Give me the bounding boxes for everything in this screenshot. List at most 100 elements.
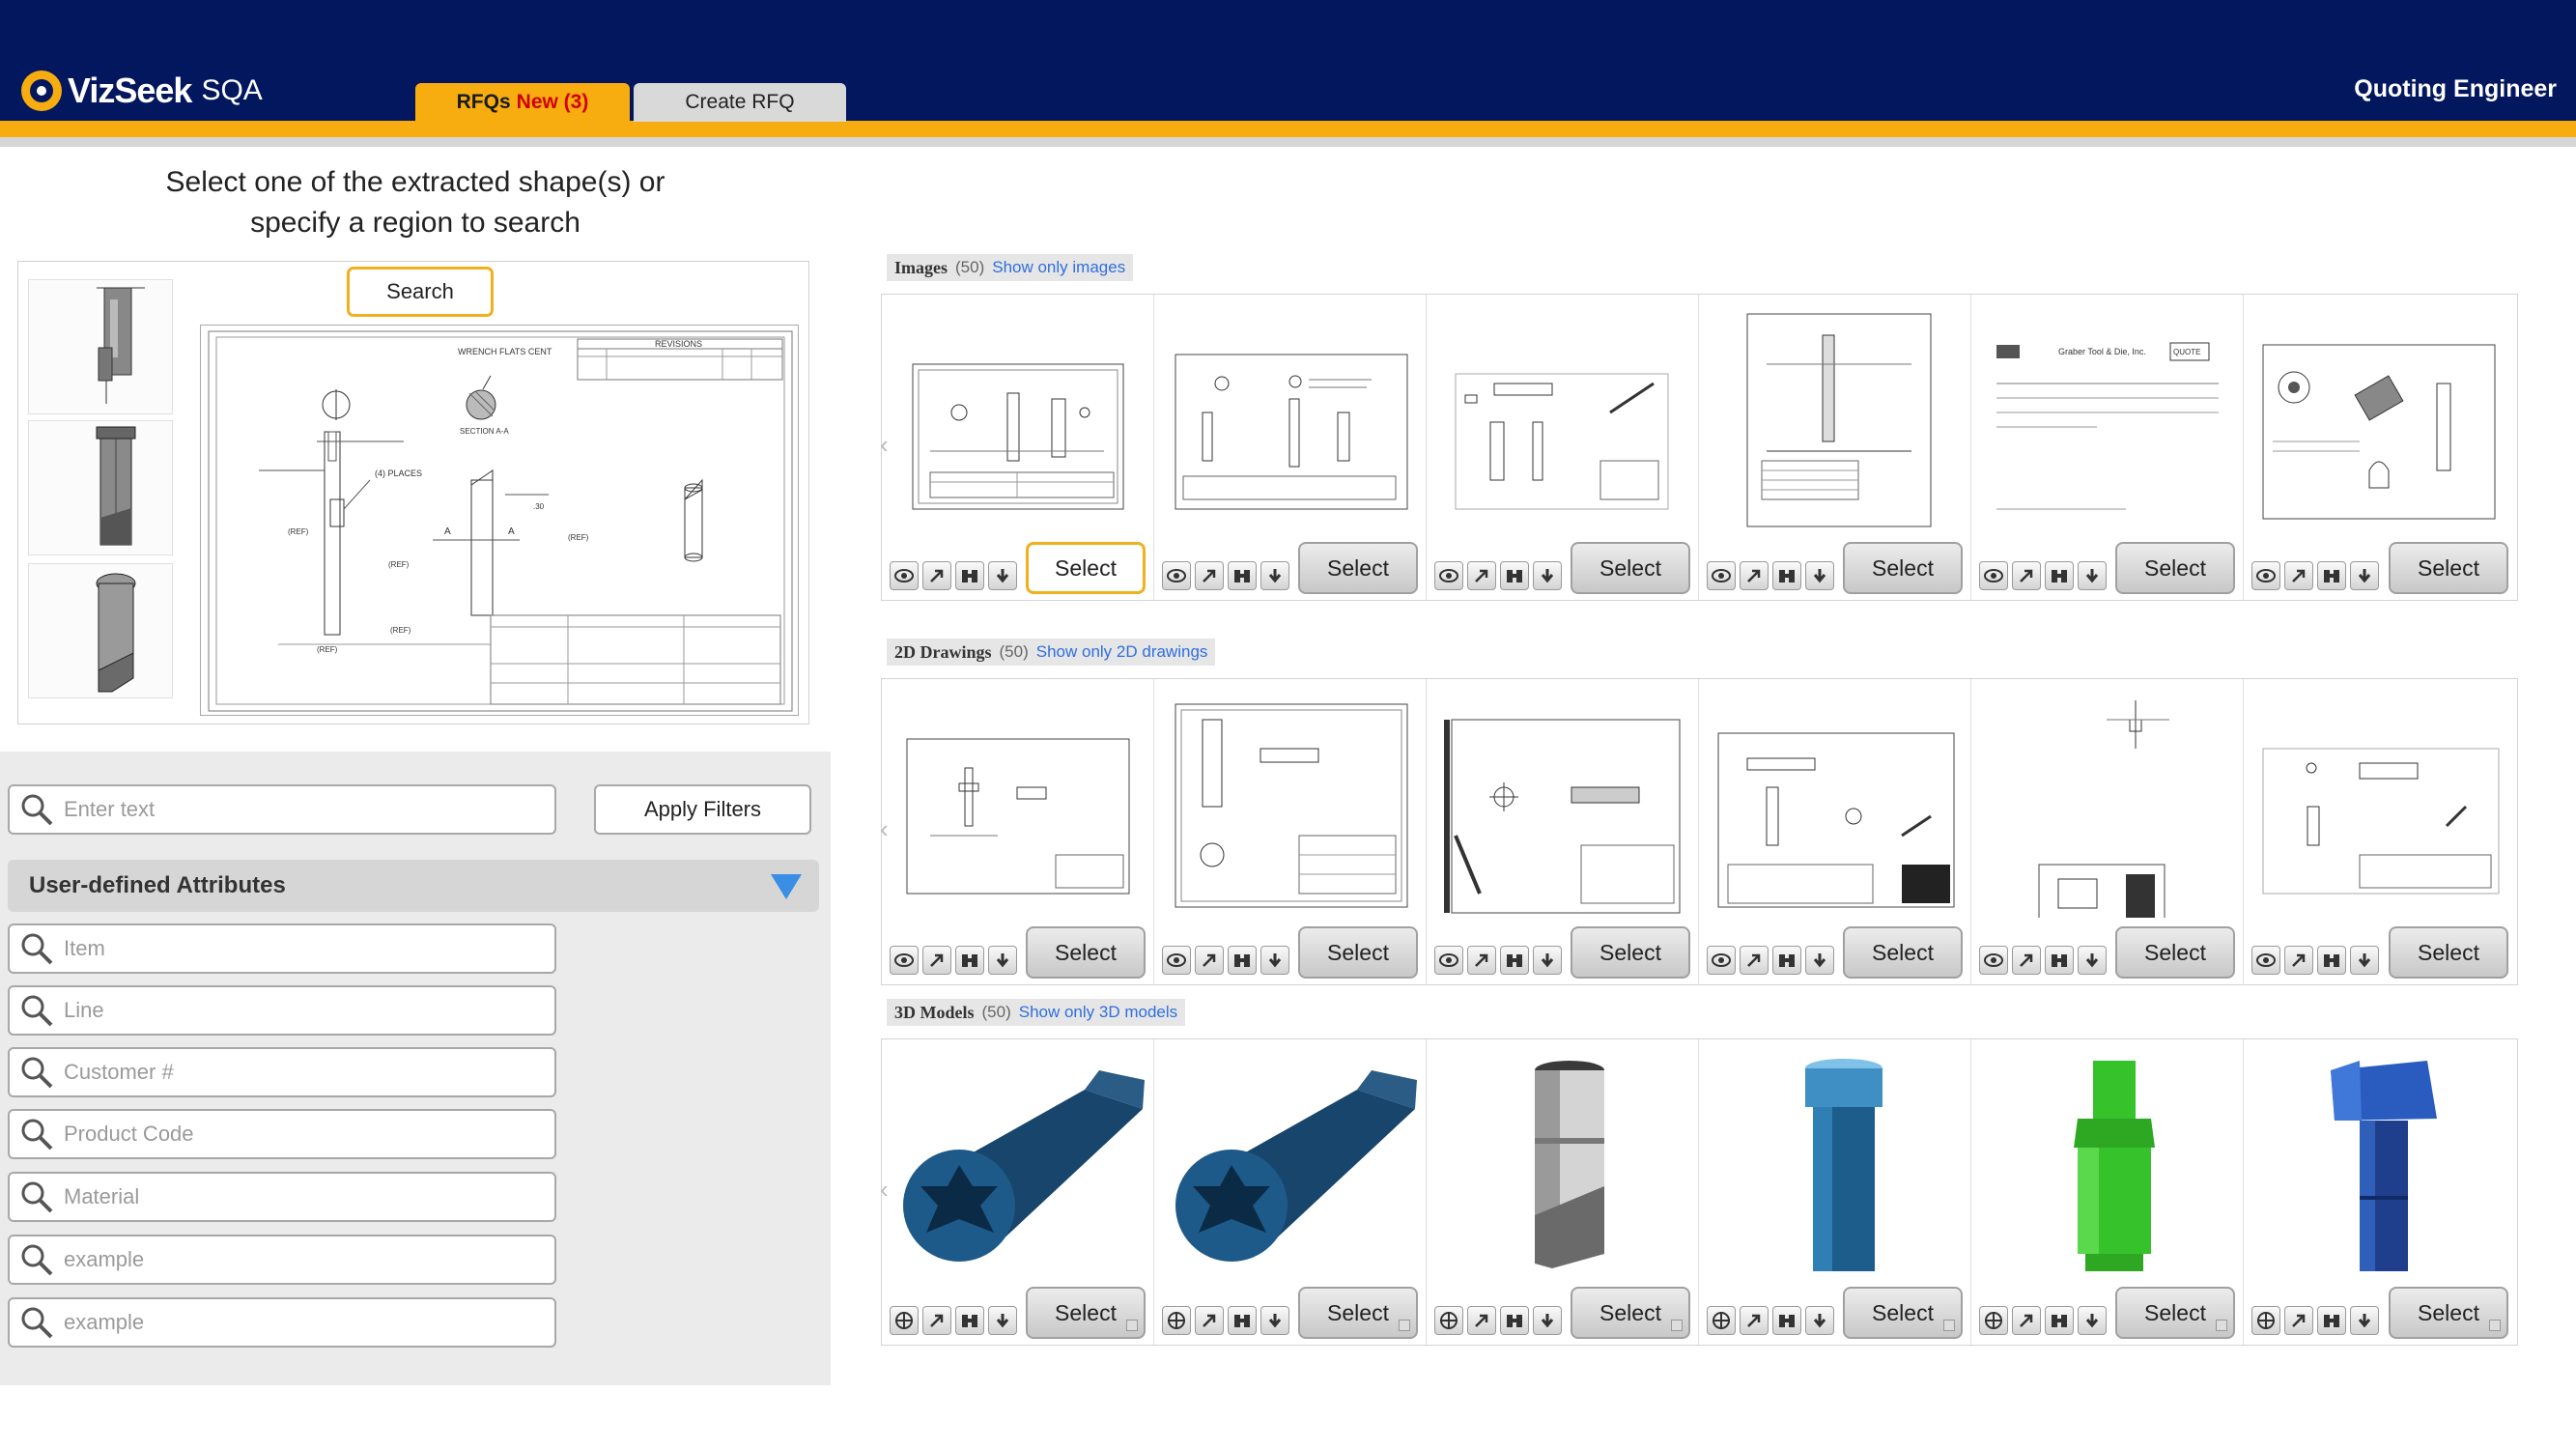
arrow-icon[interactable]	[922, 1306, 951, 1335]
drawing-result-card[interactable]: Select	[882, 679, 1154, 984]
arrow-icon[interactable]	[2012, 1306, 2041, 1335]
binoculars-icon[interactable]	[1228, 946, 1257, 975]
select-button[interactable]: Select	[2115, 926, 2235, 979]
binoculars-icon[interactable]	[955, 1306, 984, 1335]
compare-checkbox[interactable]	[1399, 1320, 1410, 1331]
download-icon[interactable]	[1533, 561, 1562, 590]
download-icon[interactable]	[1533, 1306, 1562, 1335]
binoculars-icon[interactable]	[1772, 561, 1801, 590]
select-button[interactable]: Select	[1298, 1287, 1418, 1339]
download-icon[interactable]	[1805, 946, 1834, 975]
select-button[interactable]: Select	[2115, 1287, 2235, 1339]
attribute-product-code-input[interactable]: Product Code	[8, 1109, 556, 1159]
select-button[interactable]: Select	[1843, 542, 1963, 594]
binoculars-icon[interactable]	[2045, 1306, 2074, 1335]
eye-icon[interactable]	[2251, 561, 2280, 590]
apply-filters-button[interactable]: Apply Filters	[594, 784, 811, 835]
compare-checkbox[interactable]	[1943, 1320, 1955, 1331]
eye-icon[interactable]	[890, 946, 919, 975]
extracted-shape-1[interactable]	[28, 279, 173, 414]
arrow-icon[interactable]	[922, 561, 951, 590]
model-result-card[interactable]: Select	[2244, 1039, 2516, 1345]
select-button[interactable]: Select	[2389, 1287, 2508, 1339]
select-button[interactable]: Select	[2389, 542, 2508, 594]
select-button[interactable]: Select	[1843, 1287, 1963, 1339]
select-button[interactable]: Select	[1843, 926, 1963, 979]
user-role[interactable]: Quoting Engineer	[2354, 75, 2557, 103]
binoculars-icon[interactable]	[1500, 946, 1529, 975]
download-icon[interactable]	[1533, 946, 1562, 975]
image-result-card[interactable]: Select	[1427, 295, 1699, 600]
move-icon[interactable]	[1434, 1306, 1463, 1335]
arrow-icon[interactable]	[1467, 946, 1496, 975]
select-button[interactable]: Select	[1571, 926, 1690, 979]
download-icon[interactable]	[2350, 946, 2379, 975]
drawing-result-card[interactable]: Select	[1971, 679, 2244, 984]
extracted-shape-2[interactable]	[28, 420, 173, 555]
show-only-2d-drawings-link[interactable]: Show only 2D drawings	[1036, 642, 1208, 662]
search-button[interactable]: Search	[347, 267, 494, 317]
model-result-card[interactable]: Select	[1154, 1039, 1427, 1345]
attribute-material-input[interactable]: Material	[8, 1172, 556, 1222]
collapse-triangle-icon[interactable]	[771, 874, 802, 899]
arrow-icon[interactable]	[2284, 561, 2313, 590]
arrow-icon[interactable]	[1740, 1306, 1769, 1335]
model-result-card[interactable]: Select	[1971, 1039, 2244, 1345]
user-defined-attributes-header[interactable]: User-defined Attributes	[8, 860, 819, 912]
arrow-icon[interactable]	[2012, 561, 2041, 590]
download-icon[interactable]	[1805, 561, 1834, 590]
download-icon[interactable]	[988, 561, 1017, 590]
eye-icon[interactable]	[2251, 946, 2280, 975]
select-button[interactable]: Select	[1026, 542, 1146, 594]
download-icon[interactable]	[2078, 946, 2107, 975]
download-icon[interactable]	[2350, 561, 2379, 590]
move-icon[interactable]	[1162, 1306, 1191, 1335]
arrow-icon[interactable]	[1740, 561, 1769, 590]
eye-icon[interactable]	[1707, 946, 1736, 975]
binoculars-icon[interactable]	[1772, 1306, 1801, 1335]
attribute-example-input-2[interactable]: example	[8, 1297, 556, 1348]
tab-rfqs[interactable]: RFQs New (3)	[415, 83, 630, 122]
select-button[interactable]: Select	[1298, 542, 1418, 594]
arrow-icon[interactable]	[2012, 946, 2041, 975]
binoculars-icon[interactable]	[955, 561, 984, 590]
binoculars-icon[interactable]	[955, 946, 984, 975]
attribute-item-input[interactable]: Item	[8, 923, 556, 974]
arrow-icon[interactable]	[1195, 1306, 1224, 1335]
arrow-icon[interactable]	[2284, 946, 2313, 975]
compare-checkbox[interactable]	[1671, 1320, 1683, 1331]
arrow-icon[interactable]	[1740, 946, 1769, 975]
eye-icon[interactable]	[890, 561, 919, 590]
download-icon[interactable]	[1260, 946, 1289, 975]
move-icon[interactable]	[2251, 1306, 2280, 1335]
vizseek-logo[interactable]: VizSeek SQA	[21, 68, 263, 114]
download-icon[interactable]	[1805, 1306, 1834, 1335]
drawing-result-card[interactable]: Select	[1699, 679, 1971, 984]
image-result-card[interactable]: Select	[882, 295, 1154, 600]
image-result-card[interactable]: Graber Tool & Die, Inc. QUOTE Select	[1971, 295, 2244, 600]
download-icon[interactable]	[1260, 561, 1289, 590]
select-button[interactable]: Select	[1571, 542, 1690, 594]
binoculars-icon[interactable]	[1500, 1306, 1529, 1335]
image-result-card[interactable]: Select	[1699, 295, 1971, 600]
model-result-card[interactable]: Select	[1699, 1039, 1971, 1345]
move-icon[interactable]	[1707, 1306, 1736, 1335]
compare-checkbox[interactable]	[2216, 1320, 2227, 1331]
download-icon[interactable]	[2350, 1306, 2379, 1335]
move-icon[interactable]	[890, 1306, 919, 1335]
extracted-shape-3[interactable]	[28, 563, 173, 698]
select-button[interactable]: Select	[2389, 926, 2508, 979]
binoculars-icon[interactable]	[1772, 946, 1801, 975]
download-icon[interactable]	[988, 1306, 1017, 1335]
arrow-icon[interactable]	[1467, 561, 1496, 590]
drawing-result-card[interactable]: Select	[1154, 679, 1427, 984]
select-button[interactable]: Select	[1298, 926, 1418, 979]
show-only-3d-models-link[interactable]: Show only 3D models	[1019, 1003, 1177, 1022]
attribute-customer-input[interactable]: Customer #	[8, 1047, 556, 1097]
select-button[interactable]: Select	[1026, 1287, 1146, 1339]
download-icon[interactable]	[2078, 561, 2107, 590]
download-icon[interactable]	[988, 946, 1017, 975]
download-icon[interactable]	[2078, 1306, 2107, 1335]
binoculars-icon[interactable]	[2317, 1306, 2346, 1335]
binoculars-icon[interactable]	[2317, 561, 2346, 590]
